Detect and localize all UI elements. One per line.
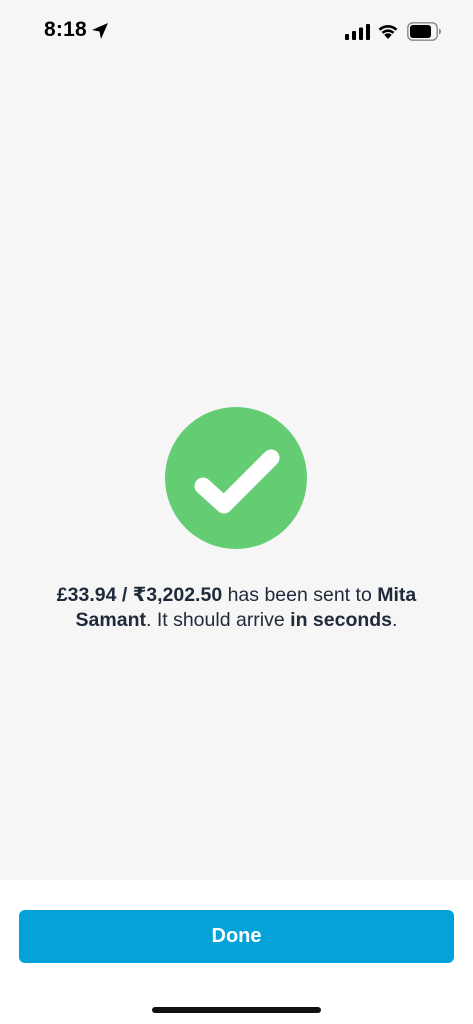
recipient-last-name: Samant xyxy=(75,609,146,631)
message-text: has been sent to xyxy=(222,584,378,606)
checkmark-icon xyxy=(194,449,280,514)
done-button[interactable]: Done xyxy=(19,910,454,963)
message-text: . xyxy=(392,609,398,631)
recipient-first-name: Mita xyxy=(377,584,417,606)
arrival-timing: in seconds xyxy=(290,609,393,631)
wifi-icon xyxy=(378,24,398,39)
location-arrow-icon xyxy=(92,23,108,39)
message-text: . It should arrive xyxy=(146,609,291,631)
battery-icon xyxy=(407,22,441,41)
transfer-success-screen: 8:18 £33.94 / ₹3,202.50 has been sent to… xyxy=(0,0,473,1024)
cellular-signal-icon xyxy=(345,24,370,40)
transfer-amount: £33.94 / ₹3,202.50 xyxy=(56,584,223,606)
status-bar: 8:18 xyxy=(0,0,473,64)
success-checkmark-badge xyxy=(165,407,307,549)
transfer-confirmation-message: £33.94 / ₹3,202.50 has been sent to Mita… xyxy=(24,583,449,633)
bottom-action-panel: Done xyxy=(0,880,473,1024)
status-time: 8:18 xyxy=(44,18,87,41)
home-indicator[interactable] xyxy=(152,1007,321,1013)
